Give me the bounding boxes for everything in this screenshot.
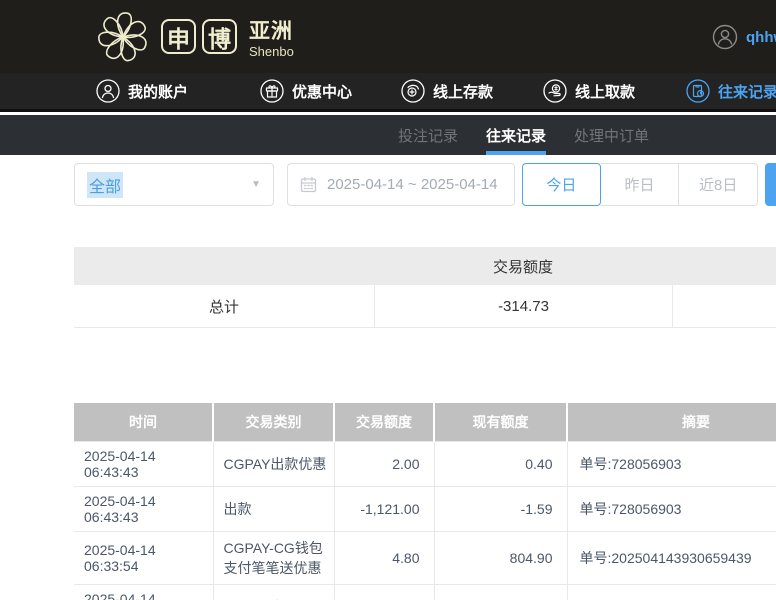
type-select[interactable]: 全部 ▼ xyxy=(74,163,274,206)
deposit-icon xyxy=(401,79,425,103)
table-row: 2025-04-14 06:33:54 CGPAY支付 800.00 800.1… xyxy=(74,584,776,600)
cell-type: CGPAY-CG钱包支付笔笔送优惠 xyxy=(213,531,334,584)
table-header-row: 时间 交易类别 交易额度 现有额度 摘要 xyxy=(74,403,776,441)
quick-date-buttons: 今日 昨日 近8日 xyxy=(522,163,758,206)
summary-header-label: 交易额度 xyxy=(374,247,672,285)
nav-item-label: 线上取款 xyxy=(575,81,635,102)
table-row: 2025-04-14 06:43:43 出款 -1,121.00 -1.59 单… xyxy=(74,486,776,531)
cell-time: 2025-04-14 06:43:43 xyxy=(74,441,213,486)
today-button[interactable]: 今日 xyxy=(522,163,601,206)
nav-item-label: 优惠中心 xyxy=(292,81,352,102)
cell-time: 2025-04-14 06:43:43 xyxy=(74,486,213,531)
cell-time: 2025-04-14 06:33:54 xyxy=(74,531,213,584)
brand-region: 亚洲 xyxy=(249,15,294,45)
date-range-value: 2025-04-14 ~ 2025-04-14 xyxy=(327,176,498,193)
col-header-balance: 现有额度 xyxy=(434,403,567,441)
tab-label: 投注记录 xyxy=(398,125,458,146)
brand-subtitle: Shenbo xyxy=(249,44,294,59)
transactions-table: 时间 交易类别 交易额度 现有额度 摘要 2025-04-14 06:43:43… xyxy=(74,403,776,600)
nav-item-deposit[interactable]: 线上存款 xyxy=(401,73,493,109)
cell-summary: 单号:728056903 xyxy=(567,441,776,486)
table-row: 2025-04-14 06:33:54 CGPAY-CG钱包支付笔笔送优惠 4.… xyxy=(74,531,776,584)
nav-item-promo[interactable]: 优惠中心 xyxy=(260,73,352,109)
brand-boxed-chars: 申 博 xyxy=(161,19,237,54)
records-icon xyxy=(686,79,710,103)
withdraw-icon xyxy=(543,79,567,103)
cell-summary: 单号:202504143930659439 xyxy=(567,584,776,600)
account-icon xyxy=(96,79,120,103)
sub-nav: 投注记录 往来记录 处理中订单 xyxy=(0,115,776,155)
summary-total-value: -314.73 xyxy=(374,285,672,327)
cell-balance: 0.40 xyxy=(434,441,567,486)
cell-balance: 804.90 xyxy=(434,531,567,584)
cell-summary: 单号:202504143930659439 xyxy=(567,531,776,584)
cell-type: CGPAY支付 xyxy=(213,584,334,600)
col-header-type: 交易类别 xyxy=(213,403,334,441)
table-row: 2025-04-14 06:43:43 CGPAY出款优惠 2.00 0.40 … xyxy=(74,441,776,486)
flower-logo-icon xyxy=(95,9,151,65)
last8days-button[interactable]: 近8日 xyxy=(679,163,758,206)
calendar-icon xyxy=(300,176,317,193)
nav-item-label: 往来记录 xyxy=(718,81,776,102)
top-header: 申 博 亚洲 Shenbo qhhw xyxy=(0,0,776,73)
col-header-amount: 交易额度 xyxy=(334,403,434,441)
tab-label: 往来记录 xyxy=(486,125,546,146)
nav-item-label: 线上存款 xyxy=(433,81,493,102)
cell-amount: 4.80 xyxy=(334,531,434,584)
date-range-input[interactable]: 2025-04-14 ~ 2025-04-14 xyxy=(287,163,515,206)
page: 申 博 亚洲 Shenbo qhhw 我的账户 xyxy=(0,0,776,600)
summary-total-label: 总计 xyxy=(74,285,374,327)
cell-amount: 800.00 xyxy=(334,584,434,600)
filter-row: 全部 ▼ 2025-04-14 ~ 2025-04-14 今日 昨日 近8日 xyxy=(0,163,776,206)
summary-row: 总计 -314.73 xyxy=(74,285,776,328)
tab-label: 处理中订单 xyxy=(574,125,649,146)
col-header-time: 时间 xyxy=(74,403,213,441)
brand-logo[interactable]: 申 博 亚洲 Shenbo xyxy=(95,9,294,65)
user-area[interactable]: qhhw xyxy=(712,24,776,50)
tab-pending-orders[interactable]: 处理中订单 xyxy=(574,115,649,155)
cell-time: 2025-04-14 06:33:54 xyxy=(74,584,213,600)
username[interactable]: qhhw xyxy=(746,29,776,46)
col-header-summary: 摘要 xyxy=(567,403,776,441)
chevron-down-icon: ▼ xyxy=(251,179,261,190)
summary-table: 交易额度 总计 -314.73 xyxy=(74,247,776,328)
cell-balance: -1.59 xyxy=(434,486,567,531)
cell-balance: 800.10 xyxy=(434,584,567,600)
nav-item-records[interactable]: 往来记录 xyxy=(686,73,776,109)
cell-amount: -1,121.00 xyxy=(334,486,434,531)
brand-char-1: 申 xyxy=(161,19,196,54)
main-nav: 我的账户 优惠中心 线上存款 xyxy=(0,73,776,112)
brand-char-2: 博 xyxy=(202,19,237,54)
cell-type: CGPAY出款优惠 xyxy=(213,441,334,486)
nav-item-account[interactable]: 我的账户 xyxy=(96,73,188,109)
user-avatar-icon xyxy=(712,24,738,50)
type-select-value: 全部 xyxy=(87,172,123,198)
nav-item-label: 我的账户 xyxy=(128,81,188,102)
promo-icon xyxy=(260,79,284,103)
tab-transaction-records[interactable]: 往来记录 xyxy=(486,115,546,155)
cell-amount: 2.00 xyxy=(334,441,434,486)
summary-header: 交易额度 xyxy=(74,247,776,285)
search-button[interactable] xyxy=(765,163,776,206)
yesterday-button[interactable]: 昨日 xyxy=(601,163,680,206)
cell-summary: 单号:728056903 xyxy=(567,486,776,531)
nav-item-withdraw[interactable]: 线上取款 xyxy=(543,73,635,109)
tab-bet-records[interactable]: 投注记录 xyxy=(398,115,458,155)
cell-type: 出款 xyxy=(213,486,334,531)
summary-empty-cell xyxy=(672,285,776,327)
